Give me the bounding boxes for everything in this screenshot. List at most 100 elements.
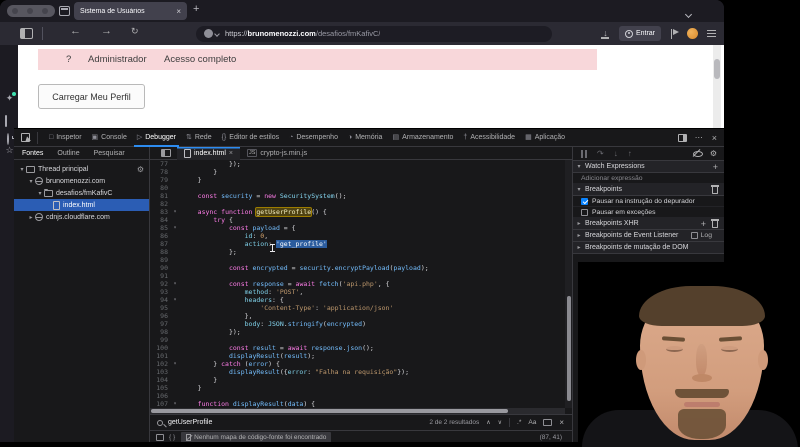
expander-icon[interactable]: ▾ [27,178,35,185]
devtools-tab-rede[interactable]: ⇅Rede [181,129,217,147]
devtools-tab-debugger[interactable]: ▷Debugger [132,129,181,147]
fold-icon[interactable]: ▾ [168,400,182,408]
scrollbar-thumb[interactable] [567,296,571,400]
expander-icon[interactable]: ▸ [27,214,35,221]
expander-icon[interactable]: ▾ [573,186,585,193]
line-number[interactable]: 81 [150,192,168,200]
line-number[interactable]: 80 [150,184,168,192]
expander-icon[interactable]: ▸ [573,232,585,239]
tab-list-chevron-icon[interactable] [686,4,691,22]
devtools-close-icon[interactable]: × [712,133,717,143]
search-prev-icon[interactable]: ∧ [486,419,490,426]
dock-icon[interactable] [678,134,687,142]
line-number[interactable]: 85 [150,224,168,232]
close-tab-icon[interactable]: × [229,150,233,157]
load-profile-button[interactable]: Carregar Meu Perfil [38,84,145,109]
line-number[interactable]: 79 [150,176,168,184]
forward-button[interactable]: → [101,25,112,37]
editor-tab-cryptojs[interactable]: JS crypto-js.min.js [240,147,314,160]
expander-icon[interactable]: ▾ [36,190,44,197]
step-over-icon[interactable]: ↷ [597,150,604,158]
thread-settings-icon[interactable]: ⚙ [137,165,144,174]
editor-tab-index[interactable]: index.html × [177,147,240,160]
line-number[interactable]: 98 [150,328,168,336]
disable-breakpoints-icon[interactable] [693,149,702,158]
fold-icon[interactable]: ▾ [168,280,182,288]
regex-toggle[interactable]: .* [517,419,521,426]
line-number[interactable]: 95 [150,304,168,312]
line-number[interactable]: 90 [150,264,168,272]
line-number[interactable]: 103 [150,368,168,376]
checkbox[interactable] [581,209,588,216]
line-number[interactable]: 89 [150,256,168,264]
devtools-tab-inspetor[interactable]: □Inspetor [44,129,87,147]
section-header-breakpoints-de-muta-o-de-dom[interactable]: ▸Breakpoints de mutação de DOM [573,242,724,254]
trash-icon[interactable] [712,187,718,194]
section-header-breakpoints-xhr[interactable]: ▸Breakpoints XHR+ [573,218,724,230]
breakpoint-option[interactable]: Pausar na instrução do depurador [573,196,724,207]
line-number[interactable]: 77 [150,160,168,168]
line-number[interactable]: 87 [150,240,168,248]
reload-button[interactable]: ↻ [131,26,139,37]
line-number[interactable]: 107 [150,400,168,408]
pick-element-icon[interactable] [21,133,30,142]
url-bar[interactable]: https://brunomenozzi.com/desafios/fmKafi… [196,26,552,42]
line-number[interactable]: 100 [150,344,168,352]
editor-vertical-scrollbar[interactable] [565,160,572,408]
checkbox[interactable] [581,198,588,205]
profile-avatar[interactable] [687,28,698,39]
line-number[interactable]: 96 [150,312,168,320]
tab-fontes[interactable]: Fontes [22,150,43,157]
line-number[interactable]: 104 [150,376,168,384]
breakpoint-option[interactable]: Pausar em exceções [573,207,724,218]
history-icon[interactable] [7,133,9,145]
line-number[interactable]: 97 [150,320,168,328]
browser-tab[interactable]: Sistema de Usuários × [74,2,187,20]
add-icon[interactable]: + [713,163,718,171]
back-button[interactable]: ← [70,25,81,37]
line-number[interactable]: 99 [150,336,168,344]
line-number[interactable]: 101 [150,352,168,360]
new-tab-button[interactable]: + [193,3,199,15]
sidebar-toggle-icon[interactable] [20,28,33,39]
step-in-icon[interactable]: ↓ [614,150,618,158]
search-close-icon[interactable]: × [559,418,564,427]
ai-chat-icon[interactable]: ✦ [4,93,15,103]
tree-item-brunomenozzi-com[interactable]: ▾brunomenozzi.com [14,175,149,187]
fold-icon[interactable]: ▾ [168,296,182,304]
devtools-tab-editor-de-estilos[interactable]: {}Editor de estilos [217,129,285,147]
devtools-menu-icon[interactable]: ⋯ [695,133,704,142]
line-number[interactable]: 78 [150,168,168,176]
page-scrollbar-thumb[interactable] [714,59,720,79]
tab-pesquisar[interactable]: Pesquisar [94,150,125,157]
line-number[interactable]: 88 [150,248,168,256]
devtools-tab-memória[interactable]: ◑Memória [343,129,387,147]
line-number[interactable]: 105 [150,384,168,392]
fold-icon[interactable]: ▾ [168,208,182,216]
whole-word-toggle-icon[interactable] [543,419,552,426]
section-header-breakpoints-de-event-listener[interactable]: ▸Breakpoints de Event ListenerLog [573,230,724,242]
firefox-view-icon[interactable] [59,6,70,16]
code-area[interactable]: 77 });78 }79 }8081 const security = new … [150,160,565,408]
page-scrollbar[interactable] [713,45,721,128]
line-number[interactable]: 91 [150,272,168,280]
collapse-sources-icon[interactable] [161,149,171,157]
expander-icon[interactable]: ▾ [18,166,26,173]
case-toggle[interactable]: Aa [528,419,536,426]
tab-close-icon[interactable]: × [176,7,181,16]
fold-icon[interactable]: ▾ [168,360,182,368]
tree-item-cdnjs-cloudflare-com[interactable]: ▸cdnjs.cloudflare.com [14,211,149,223]
flag-icon[interactable] [670,29,678,39]
expander-icon[interactable]: ▾ [573,163,585,170]
window-controls-pill[interactable] [7,5,55,17]
expander-icon[interactable]: ▸ [573,244,585,251]
scrollbar-thumb[interactable] [151,409,508,413]
section-header-breakpoints[interactable]: ▾Breakpoints [573,184,724,196]
tree-item-thread-principal[interactable]: ▾Thread principal⚙ [14,163,149,175]
devtools-tab-armazenamento[interactable]: ▤Armazenamento [387,129,458,147]
watch-expression-input[interactable]: Adicionar expressão [573,173,724,184]
menu-icon[interactable] [707,30,716,31]
devtools-tab-desempenho[interactable]: ◔Desempenho [284,129,343,147]
expander-icon[interactable]: ▸ [573,220,585,227]
tab-outline[interactable]: Outline [57,150,79,157]
